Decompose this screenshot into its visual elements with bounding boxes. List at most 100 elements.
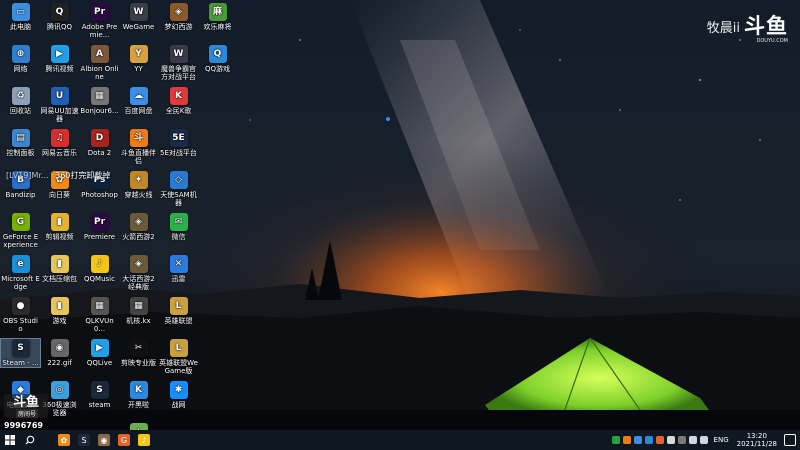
app-qqmusic-button[interactable]: ♪ (134, 430, 154, 450)
tray-app-3[interactable] (644, 436, 653, 444)
desktop-icon[interactable]: ▤ 控制面板 (1, 129, 40, 157)
desktop[interactable]: ▭ 此电脑 ⊕ 网络 ♻ 回收站 ▤ 控制面板 B Bandizip G GeForce Experi… (0, 0, 800, 430)
desktop-icon-label: 网易云音乐 (42, 149, 77, 157)
desktop-icon[interactable]: ▲腾讯直播伴侣 (119, 423, 158, 430)
desktop-icon[interactable]: ⊕ 网络 (1, 45, 40, 73)
app-icon: ◉ (50, 339, 69, 357)
desktop-icon[interactable]: ▭ 此电脑 (1, 3, 40, 31)
desktop-icon[interactable]: Q 腾讯QQ (40, 3, 79, 31)
desktop-icon[interactable]: ◈ 梦幻西游 (159, 3, 198, 31)
desktop-icon[interactable]: ▮ 游戏 (40, 297, 79, 325)
app-icon: ◈ (129, 213, 148, 231)
desktop-icon[interactable]: ▦ QLKVUn0... (80, 297, 119, 333)
desktop-icon[interactable]: ▦ 机核.kx (119, 297, 158, 325)
desktop-icon[interactable]: ◇ 天使SAM机器 (159, 171, 198, 207)
tray-app-2[interactable] (633, 436, 642, 444)
desktop-icon[interactable]: L 英雄联盟WeGame版 (159, 339, 198, 375)
tray-app-4[interactable] (655, 436, 664, 444)
desktop-icon[interactable]: L 英雄联盟 (159, 297, 198, 325)
desktop-icon[interactable]: A Albion Online (80, 45, 119, 81)
desktop-icon[interactable]: ♪ QQMusic (80, 255, 119, 283)
desktop-icon[interactable]: K 开黑啦 (119, 381, 158, 409)
desktop-icon[interactable]: W 魔兽争霸官方对战平台 (159, 45, 198, 81)
system-tray: ENG 13:20 2021/11/28 (611, 430, 800, 450)
desktop-icon[interactable]: D Dota 2 (80, 129, 119, 157)
app-icon: ☁ (129, 87, 148, 105)
desktop-icon[interactable]: W WeGame (119, 3, 158, 31)
desktop-icon[interactable]: ✕ 迅雷 (159, 255, 198, 283)
desktop-icon[interactable]: ● OBS Studio (1, 297, 40, 333)
desktop-icon[interactable]: ✉ 微信 (159, 213, 198, 241)
app-steam-icon: S (78, 434, 90, 446)
desktop-icon[interactable]: ◈ 火箭西游2 (119, 213, 158, 241)
tray-app-6[interactable] (677, 436, 686, 444)
app-icon: ▮ (50, 255, 69, 273)
app-icon: ✱ (169, 381, 188, 399)
desktop-icon-label: GeForce Experience (2, 233, 39, 249)
app-game-button[interactable]: ◉ (94, 430, 114, 450)
app-icon: ◎ (50, 381, 69, 399)
app-icon: ▦ (129, 297, 148, 315)
desktop-icon[interactable]: ☁ 百度网盘 (119, 87, 158, 115)
desktop-icon-label: YY (134, 65, 143, 73)
desktop-icon[interactable]: ◉ 222.gif (40, 339, 79, 367)
desktop-icon[interactable]: ▶ 腾讯视频 (40, 45, 79, 73)
search-button[interactable] (20, 430, 40, 450)
tray-app-1[interactable] (622, 436, 631, 444)
app-icon: S (11, 339, 30, 357)
notification-icon[interactable] (784, 434, 796, 446)
desktop-icon[interactable]: Pr Premiere (80, 213, 119, 241)
windows-icon (5, 435, 15, 445)
start-button[interactable] (0, 430, 20, 450)
app-icon: ◈ (129, 255, 148, 273)
app-icon: ▦ (90, 87, 109, 105)
desktop-icon[interactable]: ♫ 网易云音乐 (40, 129, 79, 157)
desktop-icon-label: 迅雷 (171, 275, 186, 283)
danmaku-comment: [LV19]Mr... 360打完卸载掉 (6, 170, 110, 181)
expand-tray-icon[interactable] (611, 436, 620, 444)
app-browser-button[interactable]: G (114, 430, 134, 450)
desktop-icon-label: 文档压缩包 (42, 275, 77, 283)
desktop-icon[interactable]: ▮ 剪辑视频 (40, 213, 79, 241)
language-indicator[interactable]: ENG (714, 436, 729, 444)
app-steam-button[interactable]: S (74, 430, 94, 450)
app-icon: ✦ (129, 171, 148, 189)
desktop-icon[interactable]: K 全民K歌 (159, 87, 198, 115)
desktop-icon[interactable]: Q QQ游戏 (198, 45, 237, 73)
desktop-icon[interactable]: 麻欢乐麻将 (198, 3, 237, 31)
volume-icon[interactable] (699, 436, 708, 444)
app-sunflower-button[interactable]: ✿ (54, 430, 74, 450)
desktop-icon[interactable]: ▦ Bonjour6... (80, 87, 119, 115)
desktop-icon[interactable]: ✦ 穿越火线 (119, 171, 158, 199)
desktop-icon[interactable]: 斗斗鱼直播伴侣 (119, 129, 158, 165)
desktop-icon[interactable]: Pr Adobe Premie... (80, 3, 119, 39)
tray-icons (611, 436, 708, 444)
desktop-icon[interactable]: Y YY (119, 45, 158, 73)
desktop-icon[interactable]: G GeForce Experience (1, 213, 40, 249)
desktop-icon[interactable]: ◈ 大话西游2经典版 (119, 255, 158, 291)
desktop-icon[interactable]: ▶ QQLive (80, 339, 119, 367)
desktop-icon[interactable]: ▮ 文档压缩包 (40, 255, 79, 283)
desktop-icon[interactable]: ♻ 回收站 (1, 87, 40, 115)
desktop-icon-label: Bandizip (5, 191, 36, 199)
desktop-icon[interactable]: ✂ 剪映专业版 (119, 339, 158, 367)
app-icon: ▶ (50, 45, 69, 63)
desktop-icon-label: 网易UU加速器 (40, 107, 79, 123)
desktop-icon[interactable]: Ssteam (80, 381, 119, 409)
app-icon: U (50, 87, 69, 105)
desktop-icon[interactable]: ✱ 战网 (159, 381, 198, 409)
network-icon[interactable] (688, 436, 697, 444)
app-icon: W (169, 45, 188, 63)
desktop-icon[interactable]: 5E 5E对战平台 (159, 129, 198, 157)
app-icon: ● (11, 297, 30, 315)
desktop-icon-label: 网络 (13, 65, 28, 73)
desktop-icon[interactable]: e Microsoft Edge (1, 255, 40, 291)
desktop-icon[interactable]: U 网易UU加速器 (40, 87, 79, 123)
desktop-icon[interactable]: S Steam - ... (0, 338, 41, 368)
app-icon: e (11, 255, 30, 273)
desktop-icon-label: 回收站 (10, 107, 31, 115)
clock[interactable]: 13:20 2021/11/28 (737, 432, 777, 448)
desktop-icon-label: 剪辑视频 (45, 233, 74, 241)
danmaku-text: 360打完卸载掉 (55, 171, 111, 180)
tray-app-5[interactable] (666, 436, 675, 444)
